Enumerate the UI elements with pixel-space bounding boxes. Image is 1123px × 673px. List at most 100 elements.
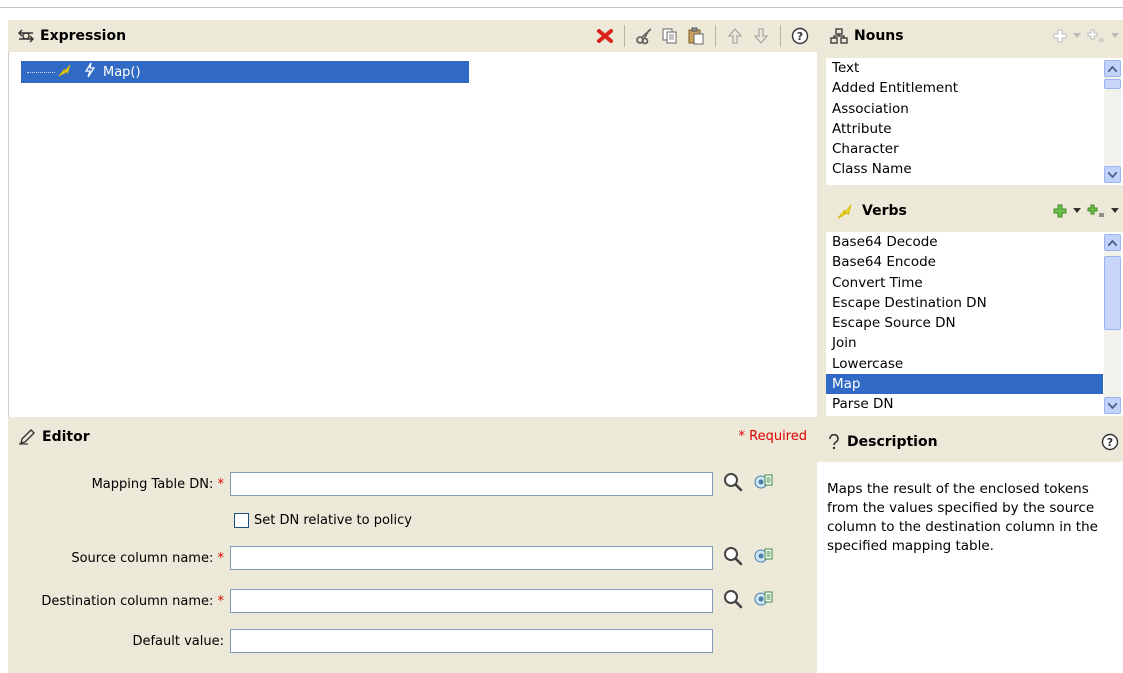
pencil-icon	[18, 429, 36, 445]
insert-verb-dropdown-icon[interactable]	[1111, 208, 1119, 214]
field-actions	[723, 546, 773, 570]
add-noun-dropdown-icon[interactable]	[1073, 33, 1081, 39]
browse-icon[interactable]	[723, 472, 743, 496]
description-text: Maps the result of the enclosed tokens f…	[817, 462, 1123, 673]
scroll-thumb[interactable]	[1104, 256, 1121, 330]
window-top-edge	[0, 0, 1123, 8]
help-icon[interactable]: ?	[1101, 433, 1119, 451]
list-item[interactable]: Attribute	[826, 119, 1103, 139]
nouns-list[interactable]: Text Added Entitlement Association Attribut…	[826, 58, 1123, 185]
object-selector-icon[interactable]	[753, 547, 773, 569]
list-item[interactable]: Added Entitlement	[826, 78, 1103, 98]
scroll-up-icon[interactable]	[1104, 234, 1121, 251]
editor-header: Editor * Required	[8, 417, 817, 457]
list-item[interactable]: Text	[826, 58, 1103, 78]
insert-noun-icon[interactable]	[1087, 29, 1105, 43]
add-noun-icon[interactable]	[1053, 29, 1067, 43]
source-column-input[interactable]	[230, 546, 713, 570]
field-actions	[723, 589, 773, 613]
help-icon[interactable]: ?	[787, 23, 813, 49]
insert-noun-dropdown-icon[interactable]	[1111, 33, 1119, 39]
scroll-up-icon[interactable]	[1104, 60, 1121, 77]
object-selector-icon[interactable]	[753, 473, 773, 495]
list-item[interactable]: Association	[826, 99, 1103, 119]
browse-icon[interactable]	[723, 589, 743, 613]
field-label: Destination column name: *	[41, 593, 224, 609]
nouns-header: Nouns	[826, 20, 1123, 52]
svg-text:?: ?	[1107, 436, 1113, 449]
nouns-title: Nouns	[854, 28, 904, 44]
relative-dn-checkbox[interactable]	[234, 513, 249, 528]
field-label: Default value:	[132, 633, 224, 649]
scroll-down-icon[interactable]	[1104, 397, 1121, 414]
list-item[interactable]: Lowercase	[826, 354, 1103, 374]
expression-toolbar: ?	[592, 20, 813, 52]
verbs-actions	[1053, 193, 1119, 229]
list-item[interactable]: Character	[826, 139, 1103, 159]
field-actions	[723, 472, 773, 496]
verb-icon	[57, 62, 75, 82]
scroll-down-icon[interactable]	[1104, 166, 1121, 183]
list-item[interactable]: Map	[826, 374, 1103, 395]
editor-title: Editor	[42, 429, 90, 445]
description-title: Description	[847, 434, 938, 450]
relative-dn-row: Set DN relative to policy	[234, 513, 412, 528]
move-down-icon[interactable]	[748, 23, 774, 49]
insert-verb-icon[interactable]	[1087, 204, 1105, 218]
field-row-destination-column: Destination column name: *	[8, 589, 773, 613]
toolbar-separator	[780, 25, 781, 47]
list-item[interactable]: Class Name	[826, 159, 1103, 179]
paste-icon[interactable]	[683, 23, 709, 49]
add-verb-icon[interactable]	[1053, 204, 1067, 218]
default-value-input[interactable]	[230, 629, 713, 653]
relative-dn-label: Set DN relative to policy	[254, 513, 412, 528]
add-verb-dropdown-icon[interactable]	[1073, 208, 1081, 214]
browse-icon[interactable]	[723, 546, 743, 570]
field-row-source-column: Source column name: *	[8, 546, 773, 570]
scroll-thumb[interactable]	[1104, 79, 1121, 89]
tree-item-map[interactable]: Map()	[21, 61, 469, 83]
list-item[interactable]: Parse DN	[826, 394, 1103, 414]
delete-icon[interactable]	[592, 23, 618, 49]
verbs-title: Verbs	[862, 203, 907, 219]
verbs-list[interactable]: Base64 Decode Base64 Encode Convert Time Es…	[826, 232, 1123, 416]
destination-column-input[interactable]	[230, 589, 713, 613]
token-icon	[83, 62, 97, 82]
list-item[interactable]: Base64 Encode	[826, 252, 1103, 272]
nouns-actions	[1053, 20, 1119, 52]
list-item[interactable]: Join	[826, 333, 1103, 353]
toolbar-separator	[624, 25, 625, 47]
expression-icon	[18, 29, 34, 43]
copy-icon[interactable]	[657, 23, 683, 49]
description-actions: ?	[1101, 422, 1119, 462]
tree-connector	[27, 71, 55, 73]
object-selector-icon[interactable]	[753, 590, 773, 612]
description-header: Description ?	[817, 422, 1123, 462]
list-item[interactable]: Escape Destination DN	[826, 293, 1103, 313]
verbs-scrollbar[interactable]	[1104, 234, 1121, 414]
required-note: * Required	[738, 429, 808, 444]
verbs-icon	[836, 202, 856, 220]
cut-icon[interactable]	[631, 23, 657, 49]
list-item[interactable]: Convert Time	[826, 273, 1103, 293]
editor-form: Mapping Table DN: * Set DN relative to p…	[8, 457, 817, 673]
nouns-items: Text Added Entitlement Association Attribut…	[826, 58, 1103, 185]
mapping-table-dn-input[interactable]	[230, 472, 713, 496]
expression-tree[interactable]: Map()	[8, 52, 817, 417]
tree-item-label: Map()	[103, 64, 141, 80]
list-item[interactable]: Base64 Decode	[826, 232, 1103, 252]
field-label: Source column name: *	[71, 550, 224, 566]
list-item[interactable]: Escape Source DN	[826, 313, 1103, 333]
move-up-icon[interactable]	[722, 23, 748, 49]
verbs-header: Verbs	[826, 193, 1123, 229]
description-icon	[827, 434, 841, 450]
nouns-icon	[830, 28, 848, 44]
field-row-mapping-table-dn: Mapping Table DN: *	[8, 472, 773, 496]
field-row-default-value: Default value:	[8, 629, 713, 653]
toolbar-separator	[715, 25, 716, 47]
field-label: Mapping Table DN: *	[91, 476, 224, 492]
verbs-items: Base64 Decode Base64 Encode Convert Time Es…	[826, 232, 1103, 416]
nouns-scrollbar[interactable]	[1104, 60, 1121, 183]
svg-text:?: ?	[797, 30, 803, 43]
expression-title: Expression	[40, 28, 127, 44]
